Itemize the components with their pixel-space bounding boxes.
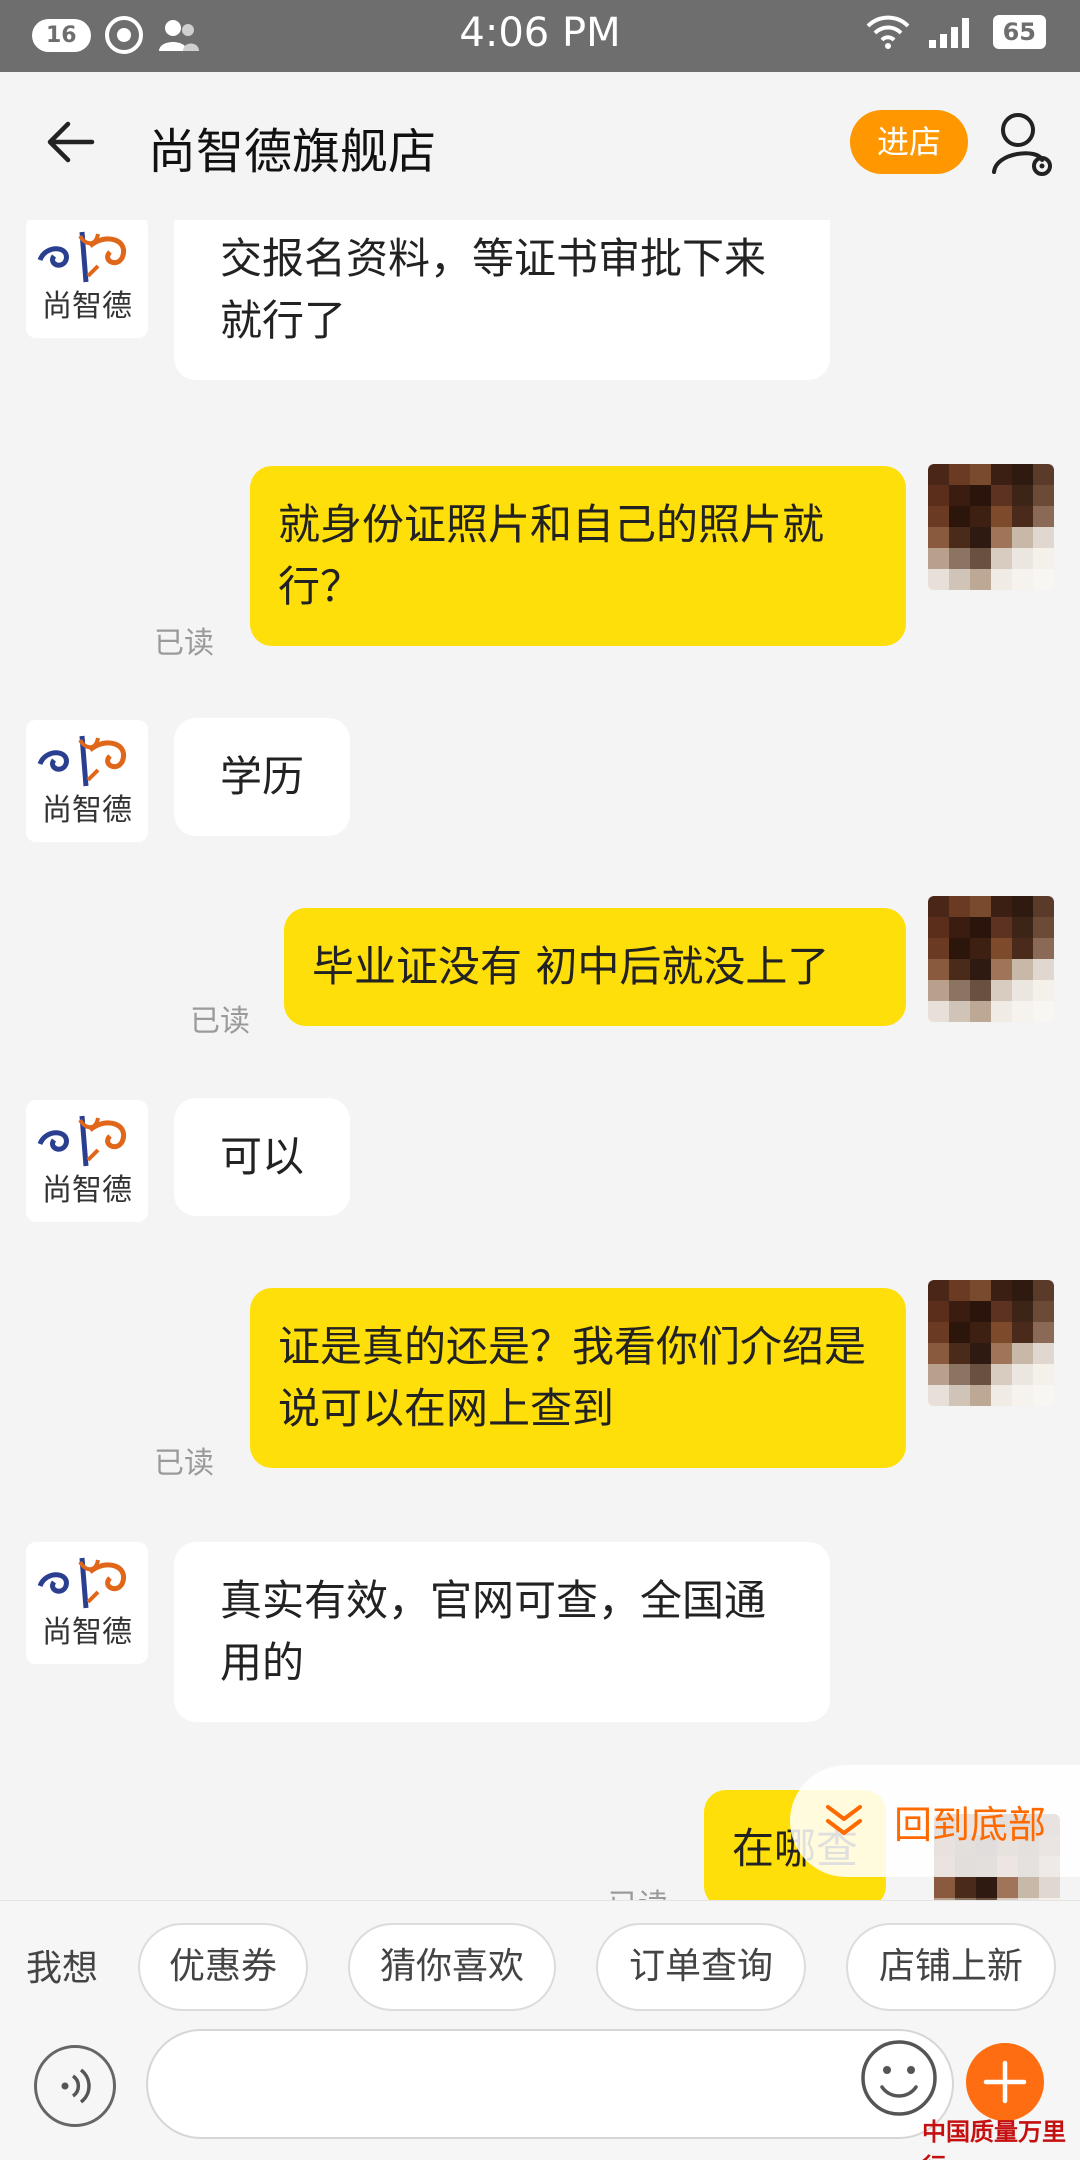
message-bubble-shop: 真实有效，官网可查，全国通用的	[174, 1542, 830, 1722]
read-receipt: 已读	[608, 1880, 668, 1900]
shop-avatar[interactable]: 尚智德	[26, 1100, 148, 1222]
emoji-icon[interactable]	[858, 2037, 940, 2119]
shop-avatar[interactable]: 尚智德	[26, 1542, 148, 1664]
battery-indicator: 65	[992, 15, 1046, 49]
read-receipt: 已读	[154, 1446, 214, 1481]
message-bubble-user: 毕业证没有 初中后就没上了	[284, 908, 906, 1026]
shop-avatar-text: 尚智德	[42, 793, 132, 828]
shop-avatar[interactable]: 尚智德	[26, 720, 148, 842]
shop-avatar-text: 尚智德	[42, 289, 132, 324]
message-bubble-shop: 可以	[174, 1098, 351, 1216]
status-bar: 16 4:06 PM 65	[0, 0, 1080, 72]
enter-store-button[interactable]: 进店	[850, 110, 968, 174]
quick-reply-label: 我想	[26, 1948, 99, 1989]
user-avatar[interactable]	[928, 896, 1054, 1022]
shop-avatar[interactable]: 尚智德	[26, 220, 148, 338]
voice-icon[interactable]	[34, 2045, 116, 2127]
scroll-to-bottom-button[interactable]: 回到底部	[790, 1765, 1080, 1877]
double-chevron-down-icon	[826, 1805, 862, 1835]
quick-reply-new-arrivals[interactable]: 店铺上新	[846, 1923, 1056, 2011]
scroll-to-bottom-label: 回到底部	[894, 1802, 1047, 1847]
chat-header: 尚智德旗舰店 进店	[0, 72, 1080, 220]
wifi-icon	[866, 15, 910, 49]
user-avatar-pixelated	[928, 464, 1054, 590]
plus-icon[interactable]	[966, 2043, 1044, 2121]
message-bubble-user: 证是真的还是？我看你们介绍是说可以在网上查到	[250, 1288, 906, 1468]
user-avatar-pixelated	[928, 896, 1054, 1022]
shop-avatar-text: 尚智德	[42, 1615, 132, 1650]
read-receipt: 已读	[190, 1004, 250, 1039]
composer-area: 我想 优惠券 猜你喜欢 订单查询 店铺上新	[0, 1900, 1080, 2160]
user-avatar[interactable]	[928, 464, 1054, 590]
read-receipt: 已读	[154, 626, 214, 661]
shop-avatar-text: 尚智德	[42, 1173, 132, 1208]
status-right: 65	[865, 14, 1046, 50]
user-settings-icon[interactable]	[990, 108, 1056, 178]
watermark-logo: 中国质量万里行	[922, 2117, 1066, 2160]
message-bubble-shop: 交报名资料，等证书审批下来就行了	[174, 220, 830, 380]
quick-reply-coupon[interactable]: 优惠券	[138, 1923, 308, 2011]
signal-icon	[928, 18, 969, 48]
chat-message-list[interactable]: 尚智德 交报名资料，等证书审批下来就行了 就身份证照片和自己的照片就行？ 已读 …	[0, 220, 1080, 1900]
message-bubble-user: 就身份证照片和自己的照片就行？	[250, 466, 906, 646]
user-avatar[interactable]	[928, 1280, 1054, 1406]
message-input[interactable]	[146, 2029, 954, 2139]
shop-title: 尚智德旗舰店	[148, 124, 437, 180]
message-bubble-shop: 学历	[174, 718, 351, 836]
quick-reply-recommend[interactable]: 猜你喜欢	[348, 1923, 556, 2011]
user-avatar-pixelated	[928, 1280, 1054, 1406]
arrow-left-icon[interactable]	[42, 112, 102, 172]
quick-reply-order-query[interactable]: 订单查询	[596, 1923, 806, 2011]
